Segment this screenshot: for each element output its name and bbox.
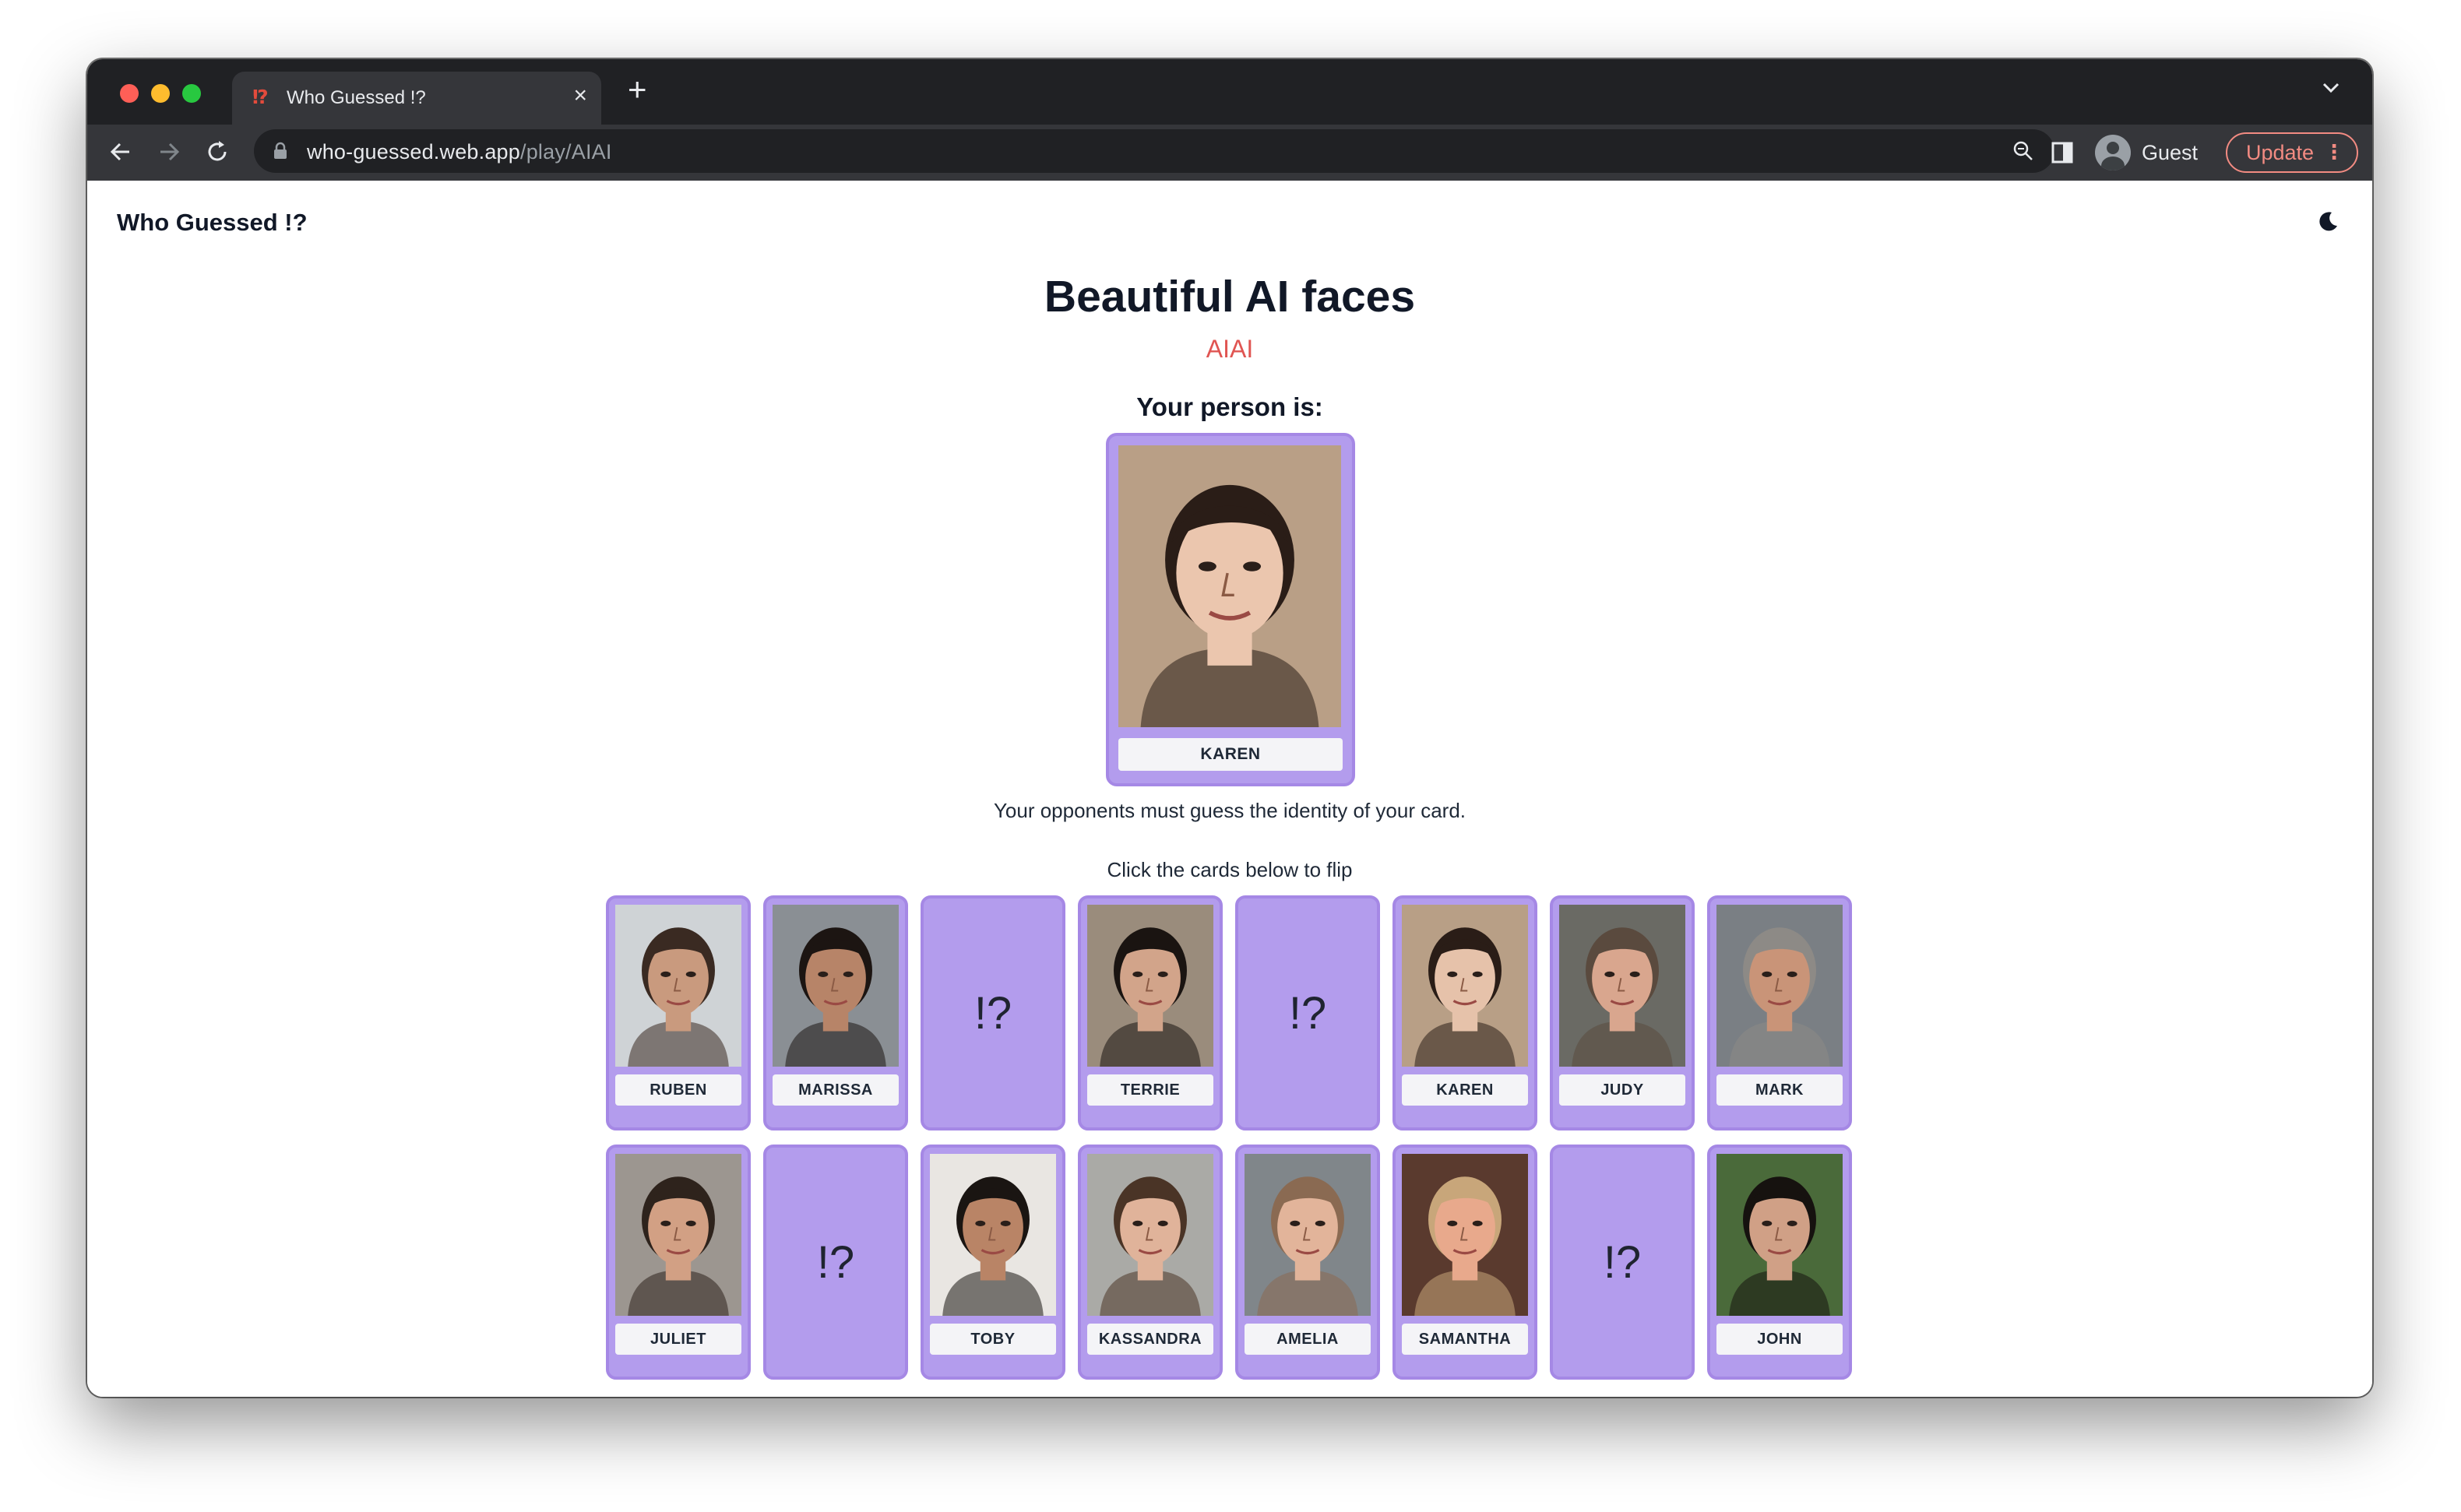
tab-search-chevron-icon[interactable]: [2321, 81, 2341, 99]
person-name: KAREN: [1402, 1074, 1528, 1106]
close-window-button[interactable]: [120, 84, 139, 103]
person-photo: [773, 905, 899, 1067]
person-card-mark[interactable]: MARK: [1707, 895, 1852, 1130]
person-name: JOHN: [1716, 1324, 1843, 1355]
card-back-mark: !?: [816, 1236, 855, 1288]
back-arrow-icon[interactable]: [107, 139, 134, 169]
card-grid: RUBEN MARISSA!? TERRIE!? KAREN JUDY MARK JULIE…: [606, 895, 1852, 1380]
person-name: JUDY: [1559, 1074, 1685, 1106]
person-photo: [1402, 905, 1528, 1067]
person-name: RUBEN: [615, 1074, 741, 1106]
person-photo: [930, 1154, 1056, 1316]
kebab-menu-icon[interactable]: ⋮: [2324, 142, 2344, 162]
person-card-juliet[interactable]: JULIET: [606, 1145, 751, 1380]
flipped-card[interactable]: !?: [763, 1145, 908, 1380]
person-name: SAMANTHA: [1402, 1324, 1528, 1355]
person-photo: [1716, 1154, 1843, 1316]
new-tab-button[interactable]: +: [628, 73, 647, 106]
person-photo: [1087, 1154, 1213, 1316]
selected-person-photo: [1118, 445, 1341, 727]
profile-button[interactable]: Guest: [2095, 134, 2198, 171]
address-bar[interactable]: who-guessed.web.app/play/AIAI: [254, 129, 2054, 173]
forward-arrow-icon[interactable]: [156, 139, 182, 169]
person-photo: [1087, 905, 1213, 1067]
person-card-amelia[interactable]: AMELIA: [1235, 1145, 1380, 1380]
minimize-window-button[interactable]: [151, 84, 170, 103]
person-name: MARISSA: [773, 1074, 899, 1106]
moon-icon[interactable]: [2316, 210, 2340, 237]
person-photo: [1559, 905, 1685, 1067]
person-card-kassandra[interactable]: KASSANDRA: [1078, 1145, 1223, 1380]
person-photo: [1402, 1154, 1528, 1316]
card-back-mark: !?: [1603, 1236, 1642, 1288]
avatar-icon: [2095, 135, 2131, 171]
deck-title: Beautiful AI faces: [1044, 272, 1416, 322]
card-back-mark: !?: [973, 987, 1012, 1039]
window-controls: [120, 84, 201, 103]
side-panel-icon[interactable]: [2051, 142, 2073, 167]
lock-icon[interactable]: [273, 142, 288, 164]
selected-person-card: KAREN: [1106, 433, 1355, 786]
person-photo: [615, 1154, 741, 1316]
tab-title: Who Guessed !?: [287, 87, 426, 108]
person-card-john[interactable]: JOHN: [1707, 1145, 1852, 1380]
maximize-window-button[interactable]: [182, 84, 201, 103]
flipped-card[interactable]: !?: [1235, 895, 1380, 1130]
update-label: Update: [2246, 140, 2315, 164]
tab-strip: ⁉ Who Guessed !? × +: [87, 59, 2372, 125]
reload-icon[interactable]: [204, 139, 231, 169]
page-content: Who Guessed !? Beautiful AI faces AIAI Y…: [87, 181, 2372, 1397]
person-card-samantha[interactable]: SAMANTHA: [1392, 1145, 1537, 1380]
person-photo: [1716, 905, 1843, 1067]
person-name: TERRIE: [1087, 1074, 1213, 1106]
close-tab-icon[interactable]: ×: [573, 83, 587, 109]
person-card-ruben[interactable]: RUBEN: [606, 895, 751, 1130]
selected-person-name: KAREN: [1118, 738, 1343, 771]
your-person-label: Your person is:: [1136, 392, 1323, 421]
person-name: TOBY: [930, 1324, 1056, 1355]
person-name: MARK: [1716, 1074, 1843, 1106]
favicon-icon: ⁉: [252, 86, 269, 108]
person-card-toby[interactable]: TOBY: [921, 1145, 1065, 1380]
browser-toolbar: who-guessed.web.app/play/AIAI Guest Upda…: [87, 125, 2372, 181]
opponent-hint: Your opponents must guess the identity o…: [993, 799, 1466, 822]
browser-tab[interactable]: ⁉ Who Guessed !? ×: [232, 72, 601, 125]
url-text[interactable]: who-guessed.web.app/play/AIAI: [307, 140, 612, 164]
flipped-card[interactable]: !?: [921, 895, 1065, 1130]
flipped-card[interactable]: !?: [1550, 1145, 1695, 1380]
update-button[interactable]: Update ⋮: [2226, 132, 2358, 173]
person-photo: [615, 905, 741, 1067]
deck-code: AIAI: [1206, 335, 1254, 363]
person-card-marissa[interactable]: MARISSA: [763, 895, 908, 1130]
profile-label: Guest: [2142, 140, 2199, 164]
browser-window: ⁉ Who Guessed !? × + who-guessed.web.app…: [87, 59, 2372, 1397]
person-name: JULIET: [615, 1324, 741, 1355]
person-card-karen[interactable]: KAREN: [1392, 895, 1537, 1130]
person-name: KASSANDRA: [1087, 1324, 1213, 1355]
card-back-mark: !?: [1288, 987, 1327, 1039]
person-name: AMELIA: [1245, 1324, 1371, 1355]
zoom-icon[interactable]: [2012, 140, 2034, 166]
flip-instruction: Click the cards below to flip: [1107, 858, 1353, 881]
person-photo: [1245, 1154, 1371, 1316]
site-brand[interactable]: Who Guessed !?: [117, 209, 308, 237]
person-card-terrie[interactable]: TERRIE: [1078, 895, 1223, 1130]
person-card-judy[interactable]: JUDY: [1550, 895, 1695, 1130]
